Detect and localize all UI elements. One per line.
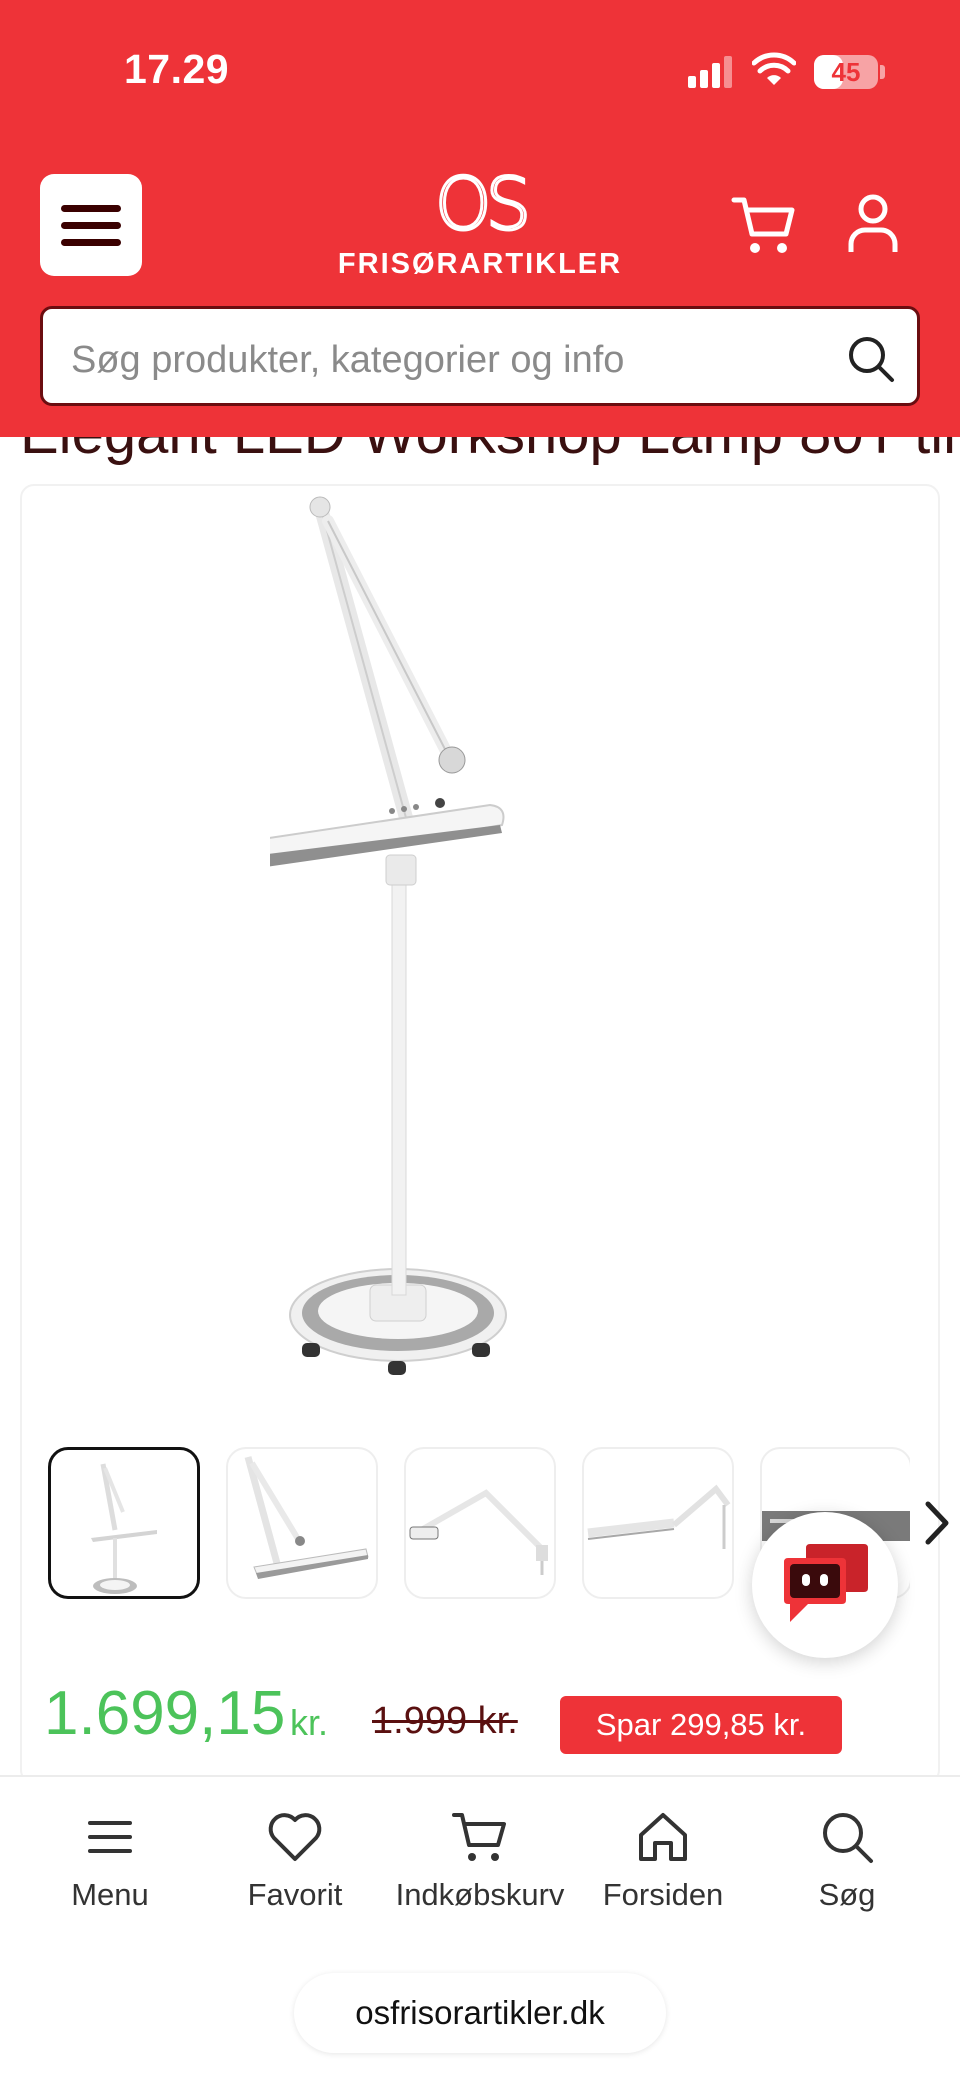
nav-forsiden[interactable]: Forsiden xyxy=(571,1807,755,1927)
menu-icon xyxy=(88,1821,132,1853)
wifi-icon xyxy=(752,52,796,85)
nav-indkobskurv-label: Indkøbskurv xyxy=(395,1877,565,1912)
logo-mark: OS xyxy=(433,162,532,246)
thumbnail-4[interactable] xyxy=(582,1447,734,1599)
battery-icon: 45 xyxy=(814,55,878,89)
home-icon xyxy=(639,1813,687,1861)
thumbnail-3[interactable] xyxy=(404,1447,556,1599)
nav-indkobskurv[interactable]: Indkøbskurv xyxy=(388,1807,572,1927)
search-input[interactable]: Søg produkter, kategorier og info xyxy=(40,306,920,406)
price-row: 1.699,15 kr. 1.999 kr. Spar 299,85 kr. xyxy=(44,1678,924,1758)
original-price: 1.999 kr. xyxy=(372,1700,518,1742)
nav-favorit[interactable]: Favorit xyxy=(203,1807,387,1927)
cart-icon[interactable] xyxy=(730,192,796,258)
status-time: 17.29 xyxy=(124,46,230,92)
site-header: 17.29 45 OS FRISØRARTIKLER Søg produkter… xyxy=(0,0,960,437)
product-image-lamp[interactable] xyxy=(270,495,690,1395)
hamburger-menu-button[interactable] xyxy=(40,174,142,276)
logo-text: FRISØRARTIKLER xyxy=(337,248,623,280)
nav-sog[interactable]: Søg xyxy=(755,1807,939,1927)
nav-menu[interactable]: Menu xyxy=(18,1807,202,1927)
browser-url-bar[interactable]: osfrisorartikler.dk xyxy=(294,1973,666,2053)
site-logo[interactable]: OS FRISØRARTIKLER xyxy=(320,162,640,282)
search-icon xyxy=(823,1813,873,1863)
thumbnails-next-chevron-icon[interactable] xyxy=(922,1498,952,1548)
search-placeholder: Søg produkter, kategorier og info xyxy=(71,339,625,381)
nav-sog-label: Søg xyxy=(818,1877,876,1912)
nav-forsiden-label: Forsiden xyxy=(602,1877,724,1912)
chat-button[interactable] xyxy=(752,1512,898,1658)
thumbnail-2[interactable] xyxy=(226,1447,378,1599)
user-account-icon[interactable] xyxy=(848,194,898,254)
cart-icon xyxy=(452,1813,506,1861)
savings-badge: Spar 299,85 kr. xyxy=(560,1696,842,1754)
battery-tip xyxy=(880,65,885,79)
current-price: 1.699,15 xyxy=(44,1679,286,1748)
nav-menu-label: Menu xyxy=(71,1877,149,1912)
cellular-signal-icon xyxy=(688,56,732,88)
battery-level: 45 xyxy=(831,57,861,87)
search-icon[interactable] xyxy=(847,335,895,383)
current-price-unit: kr. xyxy=(290,1702,329,1743)
heart-icon xyxy=(268,1813,322,1861)
chat-icon xyxy=(784,1544,868,1622)
thumbnail-1[interactable] xyxy=(48,1447,200,1599)
bottom-navigation: Menu Favorit Indkøbskurv Forsiden Søg os… xyxy=(0,1775,960,2081)
nav-favorit-label: Favorit xyxy=(247,1877,343,1912)
